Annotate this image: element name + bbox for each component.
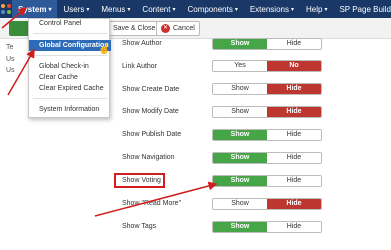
top-navbar: System ▾ Users ▾ Menus ▾ Content ▾ Component…	[0, 0, 391, 18]
show-publish-date-hide[interactable]: Hide	[267, 130, 321, 140]
dropdown-item-global-check-in[interactable]: Global Check-in	[29, 62, 111, 72]
show-create-date-hide[interactable]: Hide	[267, 84, 321, 94]
system-dropdown-menu: Control Panel Global Configuration Globa…	[28, 18, 111, 118]
dropdown-divider	[33, 98, 107, 99]
hand-cursor-icon: ☝	[98, 44, 111, 55]
label-show-read-more: Show "Read More"	[122, 200, 182, 207]
caret-down-icon: ▾	[290, 6, 294, 13]
toggle-link-author: Yes No	[212, 60, 322, 72]
label-show-modify-date: Show Modify Date	[122, 108, 179, 115]
dropdown-item-system-information[interactable]: System Information	[29, 105, 111, 115]
toggle-show-author: Show Hide	[212, 38, 322, 50]
label-show-publish-date: Show Publish Date	[122, 131, 182, 138]
left-text-3: Us	[6, 67, 15, 74]
cancel-button[interactable]: ✕ Cancel	[156, 21, 200, 36]
dropdown-item-control-panel[interactable]: Control Panel	[29, 19, 111, 29]
show-author-hide[interactable]: Hide	[267, 39, 321, 49]
menu-users[interactable]: Users ▾	[57, 0, 95, 18]
dropdown-item-clear-expired-cache[interactable]: Clear Expired Cache	[29, 84, 111, 94]
label-show-author: Show Author	[122, 40, 162, 47]
joomla-logo-icon[interactable]	[0, 0, 12, 18]
label-show-create-date: Show Create Date	[122, 86, 180, 93]
toggle-show-tags: Show Hide	[212, 221, 322, 233]
toggle-show-publish-date: Show Hide	[212, 129, 322, 141]
dropdown-divider	[33, 55, 107, 56]
menu-content[interactable]: Content ▾	[136, 0, 181, 18]
show-modify-date-hide[interactable]: Hide	[267, 107, 321, 117]
left-text-2: Us	[6, 56, 15, 63]
menu-sp-page-builder[interactable]: SP Page Build	[333, 0, 391, 18]
show-publish-date-show[interactable]: Show	[213, 130, 267, 140]
caret-down-icon: ▾	[86, 6, 90, 13]
show-create-date-show[interactable]: Show	[213, 84, 267, 94]
left-text-1: Te	[6, 44, 14, 51]
show-voting-hide[interactable]: Hide	[267, 176, 321, 186]
toggle-show-navigation: Show Hide	[212, 152, 322, 164]
show-read-more-show[interactable]: Show	[213, 199, 267, 209]
menu-help[interactable]: Help ▾	[300, 0, 333, 18]
dropdown-divider	[33, 33, 107, 34]
show-tags-show[interactable]: Show	[213, 222, 267, 232]
show-tags-hide[interactable]: Hide	[267, 222, 321, 232]
caret-down-icon: ▾	[324, 6, 328, 13]
toggle-show-voting: Show Hide	[212, 175, 322, 187]
show-voting-show[interactable]: Show	[213, 176, 267, 186]
toggle-show-create-date: Show Hide	[212, 83, 322, 95]
toggle-show-modify-date: Show Hide	[212, 106, 322, 118]
save-close-button[interactable]: Save & Close	[108, 21, 161, 36]
label-link-author: Link Author	[122, 63, 158, 70]
label-show-voting: Show Voting	[122, 177, 161, 184]
show-navigation-hide[interactable]: Hide	[267, 153, 321, 163]
label-show-tags: Show Tags	[122, 223, 157, 230]
menu-extensions[interactable]: Extensions ▾	[244, 0, 300, 18]
cancel-icon: ✕	[161, 24, 170, 33]
link-author-yes[interactable]: Yes	[213, 61, 267, 71]
menu-components[interactable]: Components ▾	[181, 0, 243, 18]
menu-menus[interactable]: Menus ▾	[95, 0, 136, 18]
link-author-no[interactable]: No	[267, 61, 321, 71]
dropdown-item-clear-cache[interactable]: Clear Cache	[29, 73, 111, 83]
caret-down-icon: ▾	[234, 6, 238, 13]
show-read-more-hide[interactable]: Hide	[267, 199, 321, 209]
label-show-navigation: Show Navigation	[122, 154, 175, 161]
caret-down-icon: ▾	[48, 6, 52, 13]
menu-system[interactable]: System ▾	[12, 0, 58, 18]
show-navigation-show[interactable]: Show	[213, 153, 267, 163]
toggle-show-read-more: Show Hide	[212, 198, 322, 210]
caret-down-icon: ▾	[172, 6, 176, 13]
caret-down-icon: ▾	[127, 6, 131, 13]
show-author-show[interactable]: Show	[213, 39, 267, 49]
show-modify-date-show[interactable]: Show	[213, 107, 267, 117]
